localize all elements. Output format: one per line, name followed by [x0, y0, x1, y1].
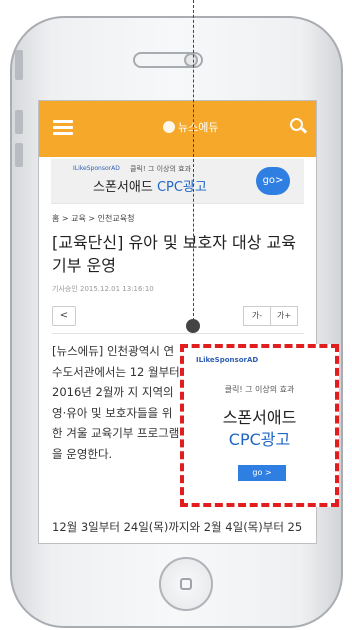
home-square-icon	[180, 578, 192, 590]
logo-text: 뉴스에듀	[178, 121, 219, 134]
font-size-controls: 가- 가+	[243, 306, 298, 326]
article-meta: 기사승인 2015.12.01 13:16:10	[52, 285, 154, 293]
inline-ad-tagline: 클릭! 그 이상의 효과	[224, 385, 295, 394]
volume-down-button	[15, 143, 23, 167]
mute-switch	[15, 50, 23, 80]
inline-ad-subtitle: CPC광고	[228, 430, 291, 449]
inline-ad-go-button[interactable]: go >	[238, 465, 286, 481]
font-smaller-button[interactable]: 가-	[243, 306, 271, 326]
top-nav-bar: 뉴스에듀	[39, 101, 316, 157]
search-icon[interactable]	[290, 118, 308, 134]
article-headline: [교육단신] 유아 및 보호자 대상 교육 기부 운영	[52, 233, 296, 275]
front-camera	[184, 53, 198, 67]
banner-ad-go-button[interactable]: go>	[256, 167, 290, 195]
guide-dashed-line	[193, 0, 194, 326]
banner-ad-tagline: 클릭! 그 이상의 효과	[130, 165, 192, 173]
home-button[interactable]	[159, 557, 213, 611]
inline-ad-title: 스폰서애드	[222, 408, 297, 427]
guide-dot	[186, 319, 200, 333]
site-logo[interactable]: 뉴스에듀	[163, 119, 218, 135]
inline-ad-box[interactable]: ILikeSponsorAD 클릭! 그 이상의 효과 스폰서애드 CPC광고 …	[180, 344, 339, 507]
article-body-continued: 12월 3일부터 24일(목)까지와 2월 4일(목)부터 25	[52, 520, 303, 534]
share-button[interactable]: <	[52, 306, 76, 326]
banner-ad-brand: ILikeSponsorAD	[73, 165, 120, 172]
logo-mark-icon	[163, 121, 175, 133]
divider	[52, 333, 304, 334]
inline-ad-brand: ILikeSponsorAD	[196, 356, 259, 364]
hamburger-menu-icon[interactable]	[53, 120, 73, 136]
banner-ad-title: 스폰서애드 CPC광고	[93, 180, 207, 195]
banner-ad[interactable]: ILikeSponsorAD 클릭! 그 이상의 효과 스폰서애드 CPC광고 …	[51, 159, 304, 204]
font-larger-button[interactable]: 가+	[270, 306, 298, 326]
breadcrumb[interactable]: 홈 > 교육 > 인천교육청	[52, 213, 134, 224]
volume-up-button	[15, 110, 23, 134]
article-body: [뉴스에듀] 인천광역시 연수도서관에서는 12 월부터 2016년 2월까 지…	[52, 344, 180, 461]
